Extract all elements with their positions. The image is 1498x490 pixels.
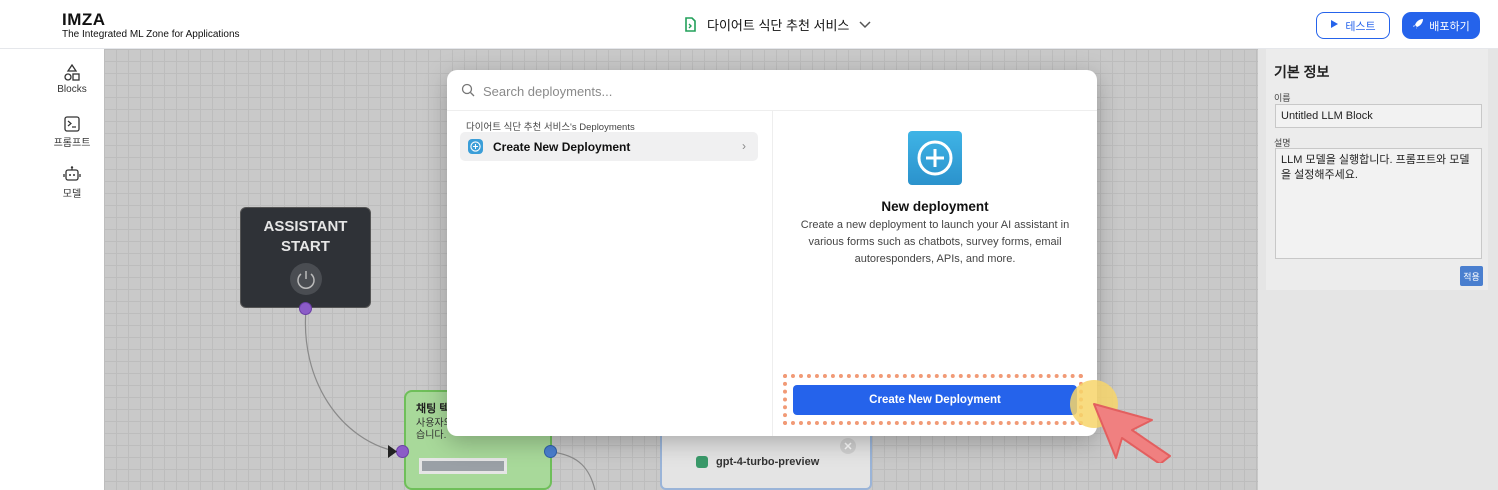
output-port[interactable] [544, 445, 557, 458]
output-port[interactable] [299, 302, 312, 315]
close-icon[interactable] [839, 437, 857, 455]
plus-circle-icon [908, 131, 962, 185]
detail-description: Create a new deployment to launch your A… [800, 219, 1070, 265]
deployment-modal: 다이어트 식단 추천 서비스's Deployments Create New … [447, 70, 1097, 436]
plus-icon [468, 139, 483, 154]
panel-title: 기본 정보 [1274, 64, 1330, 80]
openai-icon [696, 456, 708, 468]
assistant-node-title: ASSISTANT START [263, 218, 348, 255]
properties-panel: 기본 정보 이름 Untitled LLM Block 설명 LLM 모델을 실… [1258, 49, 1498, 490]
create-deployment-list-item[interactable]: Create New Deployment › [460, 132, 758, 161]
arrow-head-icon [388, 445, 397, 458]
chevron-right-icon: › [742, 139, 746, 153]
name-field[interactable]: Untitled LLM Block [1275, 104, 1482, 128]
search-icon [461, 83, 475, 97]
name-label: 이름 [1274, 93, 1291, 103]
detail-title: New deployment [881, 199, 989, 214]
assistant-start-node[interactable]: ASSISTANT START [240, 207, 371, 308]
search-bar [447, 70, 1097, 111]
pointer-cursor-icon [1066, 378, 1178, 468]
apply-button[interactable]: 적용 [1460, 266, 1483, 286]
llm-model-label: gpt-4-turbo-preview [696, 456, 819, 468]
power-icon [290, 263, 322, 295]
description-field[interactable]: LLM 모델을 실행합니다. 프롬프트와 모델을 설정해주세요. [1275, 148, 1482, 259]
list-item-label: Create New Deployment [493, 139, 631, 154]
deployment-list: 다이어트 식단 추천 서비스's Deployments Create New … [447, 111, 773, 436]
deployment-group-label: 다이어트 식단 추천 서비스's Deployments [466, 122, 635, 133]
chat-node-input[interactable] [419, 458, 507, 474]
create-deployment-button[interactable]: Create New Deployment [793, 385, 1077, 415]
search-input[interactable] [483, 81, 883, 101]
